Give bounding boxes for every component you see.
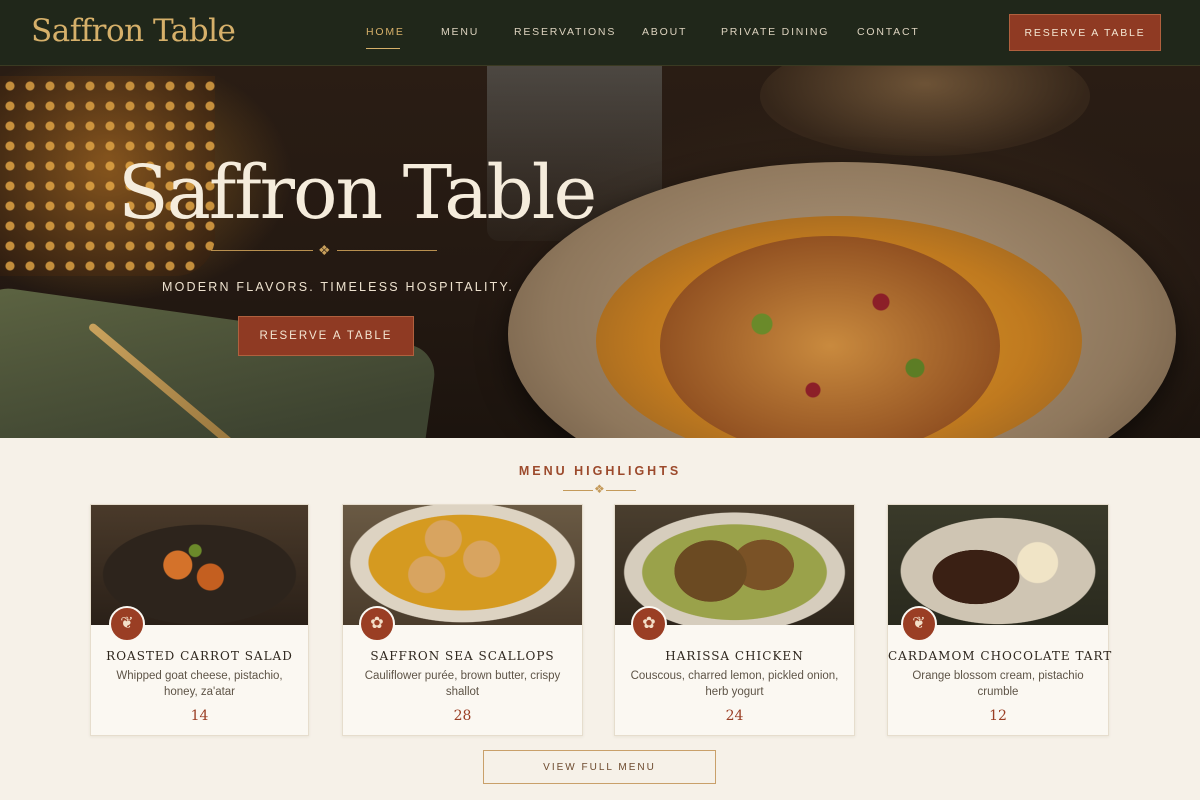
header-reserve-button[interactable]: RESERVE A TABLE	[1009, 14, 1161, 51]
nav-about[interactable]: ABOUT	[642, 26, 687, 38]
flower-icon: ✿	[631, 606, 667, 642]
dish-name: ROASTED CARROT SALAD	[106, 649, 293, 663]
section-divider-right	[606, 490, 636, 491]
hero-banner: Saffron Table ❖ MODERN FLAVORS. TIMELESS…	[0, 66, 1200, 438]
menu-card-saffron-sea-scallops[interactable]: ✿ SAFFRON SEA SCALLOPS Cauliflower purée…	[342, 504, 583, 736]
hero-divider-left	[211, 250, 313, 251]
dish-price: 14	[190, 708, 209, 724]
diamond-flourish-icon: ❖	[318, 242, 331, 258]
hero-reserve-button[interactable]: RESERVE A TABLE	[238, 316, 414, 356]
view-full-menu-button[interactable]: VIEW FULL MENU	[483, 750, 716, 784]
hero-tagline: MODERN FLAVORS. TIMELESS HOSPITALITY.	[162, 280, 515, 294]
dish-price: 12	[989, 708, 1007, 724]
dish-description: Cauliflower purée, brown butter, crispy …	[364, 670, 561, 698]
top-navigation-bar: Saffron Table HOME MENU RESERVATIONS ABO…	[0, 0, 1200, 66]
dish-description: Whipped goat cheese, pistachio, honey, z…	[116, 670, 283, 698]
hero-title: Saffron Table	[118, 150, 597, 236]
section-divider-left	[563, 490, 593, 491]
nav-contact[interactable]: CONTACT	[857, 26, 920, 38]
menu-card-roasted-carrot-salad[interactable]: ❦ ROASTED CARROT SALAD Whipped goat chee…	[90, 504, 309, 736]
napkin-image	[0, 284, 439, 438]
leaf-icon: ❦	[901, 606, 937, 642]
leaf-icon: ❦	[109, 606, 145, 642]
brand-logo[interactable]: Saffron Table	[31, 13, 236, 49]
nav-private-dining[interactable]: PRIVATE DINING	[721, 26, 829, 38]
nav-home[interactable]: HOME	[366, 26, 405, 38]
dish-price: 28	[453, 708, 472, 724]
dish-description: Couscous, charred lemon, pickled onion, …	[630, 670, 839, 698]
nav-active-indicator	[366, 48, 400, 49]
menu-highlights-title: MENU HIGHLIGHTS	[518, 464, 682, 478]
background-bowl-image	[760, 66, 1090, 156]
nav-menu[interactable]: MENU	[441, 26, 479, 38]
dish-description: Orange blossom cream, pistachio crumble	[912, 670, 1084, 698]
flower-icon: ✿	[359, 606, 395, 642]
hero-divider-right	[337, 250, 437, 251]
menu-card-harissa-chicken[interactable]: ✿ HARISSA CHICKEN Couscous, charred lemo…	[614, 504, 855, 736]
dish-name: SAFFRON SEA SCALLOPS	[370, 649, 555, 663]
diamond-flourish-icon: ❖	[594, 482, 605, 496]
dish-price: 24	[725, 708, 744, 724]
nav-reservations[interactable]: RESERVATIONS	[514, 26, 616, 38]
dish-name: HARISSA CHICKEN	[665, 649, 804, 663]
menu-card-cardamom-chocolate-tart[interactable]: ❦ CARDAMOM CHOCOLATE TART Orange blossom…	[887, 504, 1113, 736]
dish-name: CARDAMOM CHOCOLATE TART	[888, 649, 1113, 663]
